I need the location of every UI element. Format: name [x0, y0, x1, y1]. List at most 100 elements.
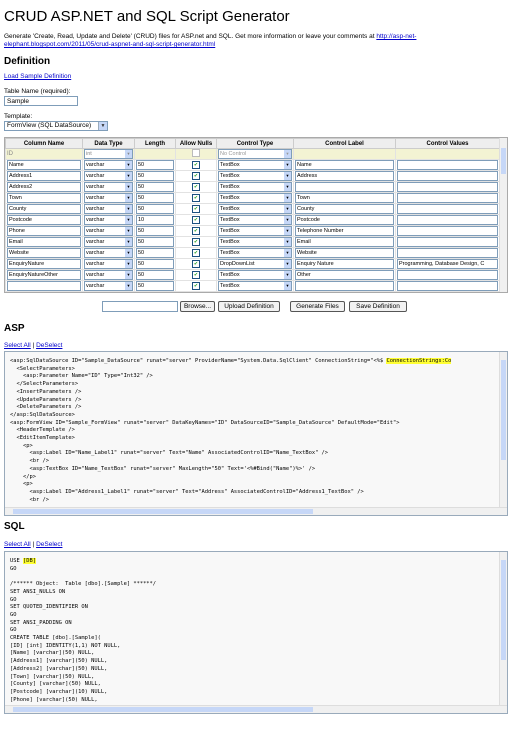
column-name-input[interactable]: Town	[7, 193, 81, 203]
control-values-input[interactable]	[397, 160, 498, 170]
column-name-input[interactable]	[7, 281, 81, 291]
control-type-select[interactable]: TextBox▼	[218, 292, 292, 293]
table-name-input[interactable]: Sample	[4, 96, 78, 106]
column-name-cell[interactable]: Address1	[5, 170, 83, 182]
control-label-input[interactable]: County	[295, 204, 394, 214]
control-type-select[interactable]: TextBox▼	[218, 281, 292, 291]
control-label-cell[interactable]: Website	[293, 247, 396, 259]
control-type-select[interactable]: DropDownList ▼	[218, 259, 292, 269]
control-values-cell[interactable]	[395, 203, 500, 215]
control-label-input[interactable]: Address	[295, 171, 394, 181]
sql-horizontal-scrollbar[interactable]	[5, 705, 507, 713]
length-input[interactable]: 50	[136, 193, 174, 203]
control-type-select[interactable]: TextBox▼	[218, 248, 292, 258]
length-input[interactable]: 50	[136, 270, 174, 280]
control-label-cell[interactable]: Town	[293, 192, 396, 204]
control-values-cell[interactable]	[395, 269, 500, 281]
data-type-select[interactable]: varchar ▼	[84, 226, 133, 236]
control-label-input[interactable]	[295, 281, 394, 291]
column-name-cell[interactable]	[5, 280, 83, 292]
column-name-cell[interactable]: Town	[5, 192, 83, 204]
control-values-cell[interactable]	[395, 170, 500, 182]
load-sample-link[interactable]: Load Sample Definition	[4, 73, 71, 80]
column-name-input[interactable]: County	[7, 204, 81, 214]
checkbox-checked-icon[interactable]: ✔	[192, 205, 200, 213]
column-name-cell[interactable]: Website	[5, 247, 83, 259]
control-label-input[interactable]: Email	[295, 237, 394, 247]
data-type-select[interactable]: varchar ▼	[84, 182, 133, 192]
checkbox-checked-icon[interactable]: ✔	[192, 194, 200, 202]
length-input[interactable]: 50	[136, 281, 174, 291]
save-definition-button[interactable]: Save Definition	[349, 301, 407, 312]
sql-deselect-link[interactable]: DeSelect	[36, 541, 62, 548]
column-name-input[interactable]: Phone	[7, 226, 81, 236]
control-values-cell[interactable]	[395, 247, 500, 259]
control-values-cell[interactable]	[395, 214, 500, 226]
asp-deselect-link[interactable]: DeSelect	[36, 342, 62, 349]
control-label-input[interactable]	[295, 182, 394, 192]
data-type-select[interactable]: varchar ▼	[84, 237, 133, 247]
control-label-cell[interactable]: Enquiry Nature	[293, 258, 396, 270]
column-name-cell[interactable]: Address2	[5, 181, 83, 193]
control-values-input[interactable]	[397, 182, 498, 192]
data-type-select[interactable]: varchar ▼	[84, 171, 133, 181]
control-label-cell[interactable]: County	[293, 203, 396, 215]
control-values-input[interactable]	[397, 215, 498, 225]
asp-select-all-link[interactable]: Select All	[4, 342, 31, 349]
control-values-cell[interactable]	[395, 159, 500, 171]
checkbox-checked-icon[interactable]: ✔	[192, 238, 200, 246]
length-input[interactable]: 50	[136, 204, 174, 214]
control-values-input[interactable]	[397, 270, 498, 280]
column-name-cell[interactable]: Phone	[5, 225, 83, 237]
control-type-select[interactable]: TextBox▼	[218, 182, 292, 192]
column-name-input[interactable]: Website	[7, 248, 81, 258]
control-values-input[interactable]	[397, 171, 498, 181]
control-label-input[interactable]: Postcode	[295, 215, 394, 225]
scrollbar-thumb[interactable]	[13, 509, 313, 514]
control-values-cell[interactable]	[395, 225, 500, 237]
control-label-cell[interactable]	[293, 181, 396, 193]
control-values-input[interactable]	[397, 204, 498, 214]
length-input[interactable]: 50	[136, 292, 174, 293]
control-label-input[interactable]: Other	[295, 270, 394, 280]
control-values-input[interactable]	[397, 226, 498, 236]
control-label-cell[interactable]: Address	[293, 170, 396, 182]
data-type-select[interactable]: varchar ▼	[84, 215, 133, 225]
control-label-cell[interactable]	[293, 280, 396, 292]
column-name-input[interactable]: Email	[7, 237, 81, 247]
column-name-cell[interactable]: Postcode	[5, 214, 83, 226]
control-type-select[interactable]: TextBox▼	[218, 160, 292, 170]
data-type-select[interactable]: varchar ▼	[84, 270, 133, 280]
control-label-input[interactable]: Name	[295, 160, 394, 170]
sql-code-box[interactable]: USE [DB] GO /****** Object: Table [dbo].…	[4, 551, 508, 714]
control-values-cell[interactable]: Programming, Database Design, C	[395, 258, 500, 270]
browse-button[interactable]: Browse...	[180, 301, 215, 312]
control-type-select[interactable]: TextBox▼	[218, 171, 292, 181]
control-label-cell[interactable]: Other	[293, 269, 396, 281]
column-name-input[interactable]: EnquiryNatureOther	[7, 270, 81, 280]
column-name-cell[interactable]: Name	[5, 159, 83, 171]
control-values-cell[interactable]	[395, 291, 500, 292]
control-label-cell[interactable]: Postcode	[293, 214, 396, 226]
data-type-select[interactable]: varchar ▼	[84, 204, 133, 214]
control-type-select[interactable]: TextBox▼	[218, 204, 292, 214]
control-values-input[interactable]	[397, 248, 498, 258]
column-name-input[interactable]: EnquiryNature	[7, 259, 81, 269]
control-label-input[interactable]: Telephone Number	[295, 226, 394, 236]
column-name-cell[interactable]: EnquiryNatureOther	[5, 269, 83, 281]
upload-definition-button[interactable]: Upload Definition	[218, 301, 280, 312]
grid-vertical-scrollbar[interactable]	[499, 138, 507, 292]
control-values-cell[interactable]	[395, 192, 500, 204]
column-name-input[interactable]	[7, 292, 81, 293]
control-label-input[interactable]	[295, 292, 394, 293]
control-label-cell[interactable]: Name	[293, 159, 396, 171]
control-type-select[interactable]: TextBox▼	[218, 270, 292, 280]
control-values-input[interactable]	[397, 281, 498, 291]
checkbox-checked-icon[interactable]: ✔	[192, 282, 200, 290]
scrollbar-thumb[interactable]	[13, 707, 313, 712]
control-values-cell[interactable]	[395, 236, 500, 248]
data-type-select[interactable]: varchar ▼	[84, 259, 133, 269]
sql-vertical-scrollbar[interactable]	[499, 552, 507, 713]
scrollbar-thumb[interactable]	[501, 360, 506, 460]
control-type-select[interactable]: TextBox▼	[218, 226, 292, 236]
